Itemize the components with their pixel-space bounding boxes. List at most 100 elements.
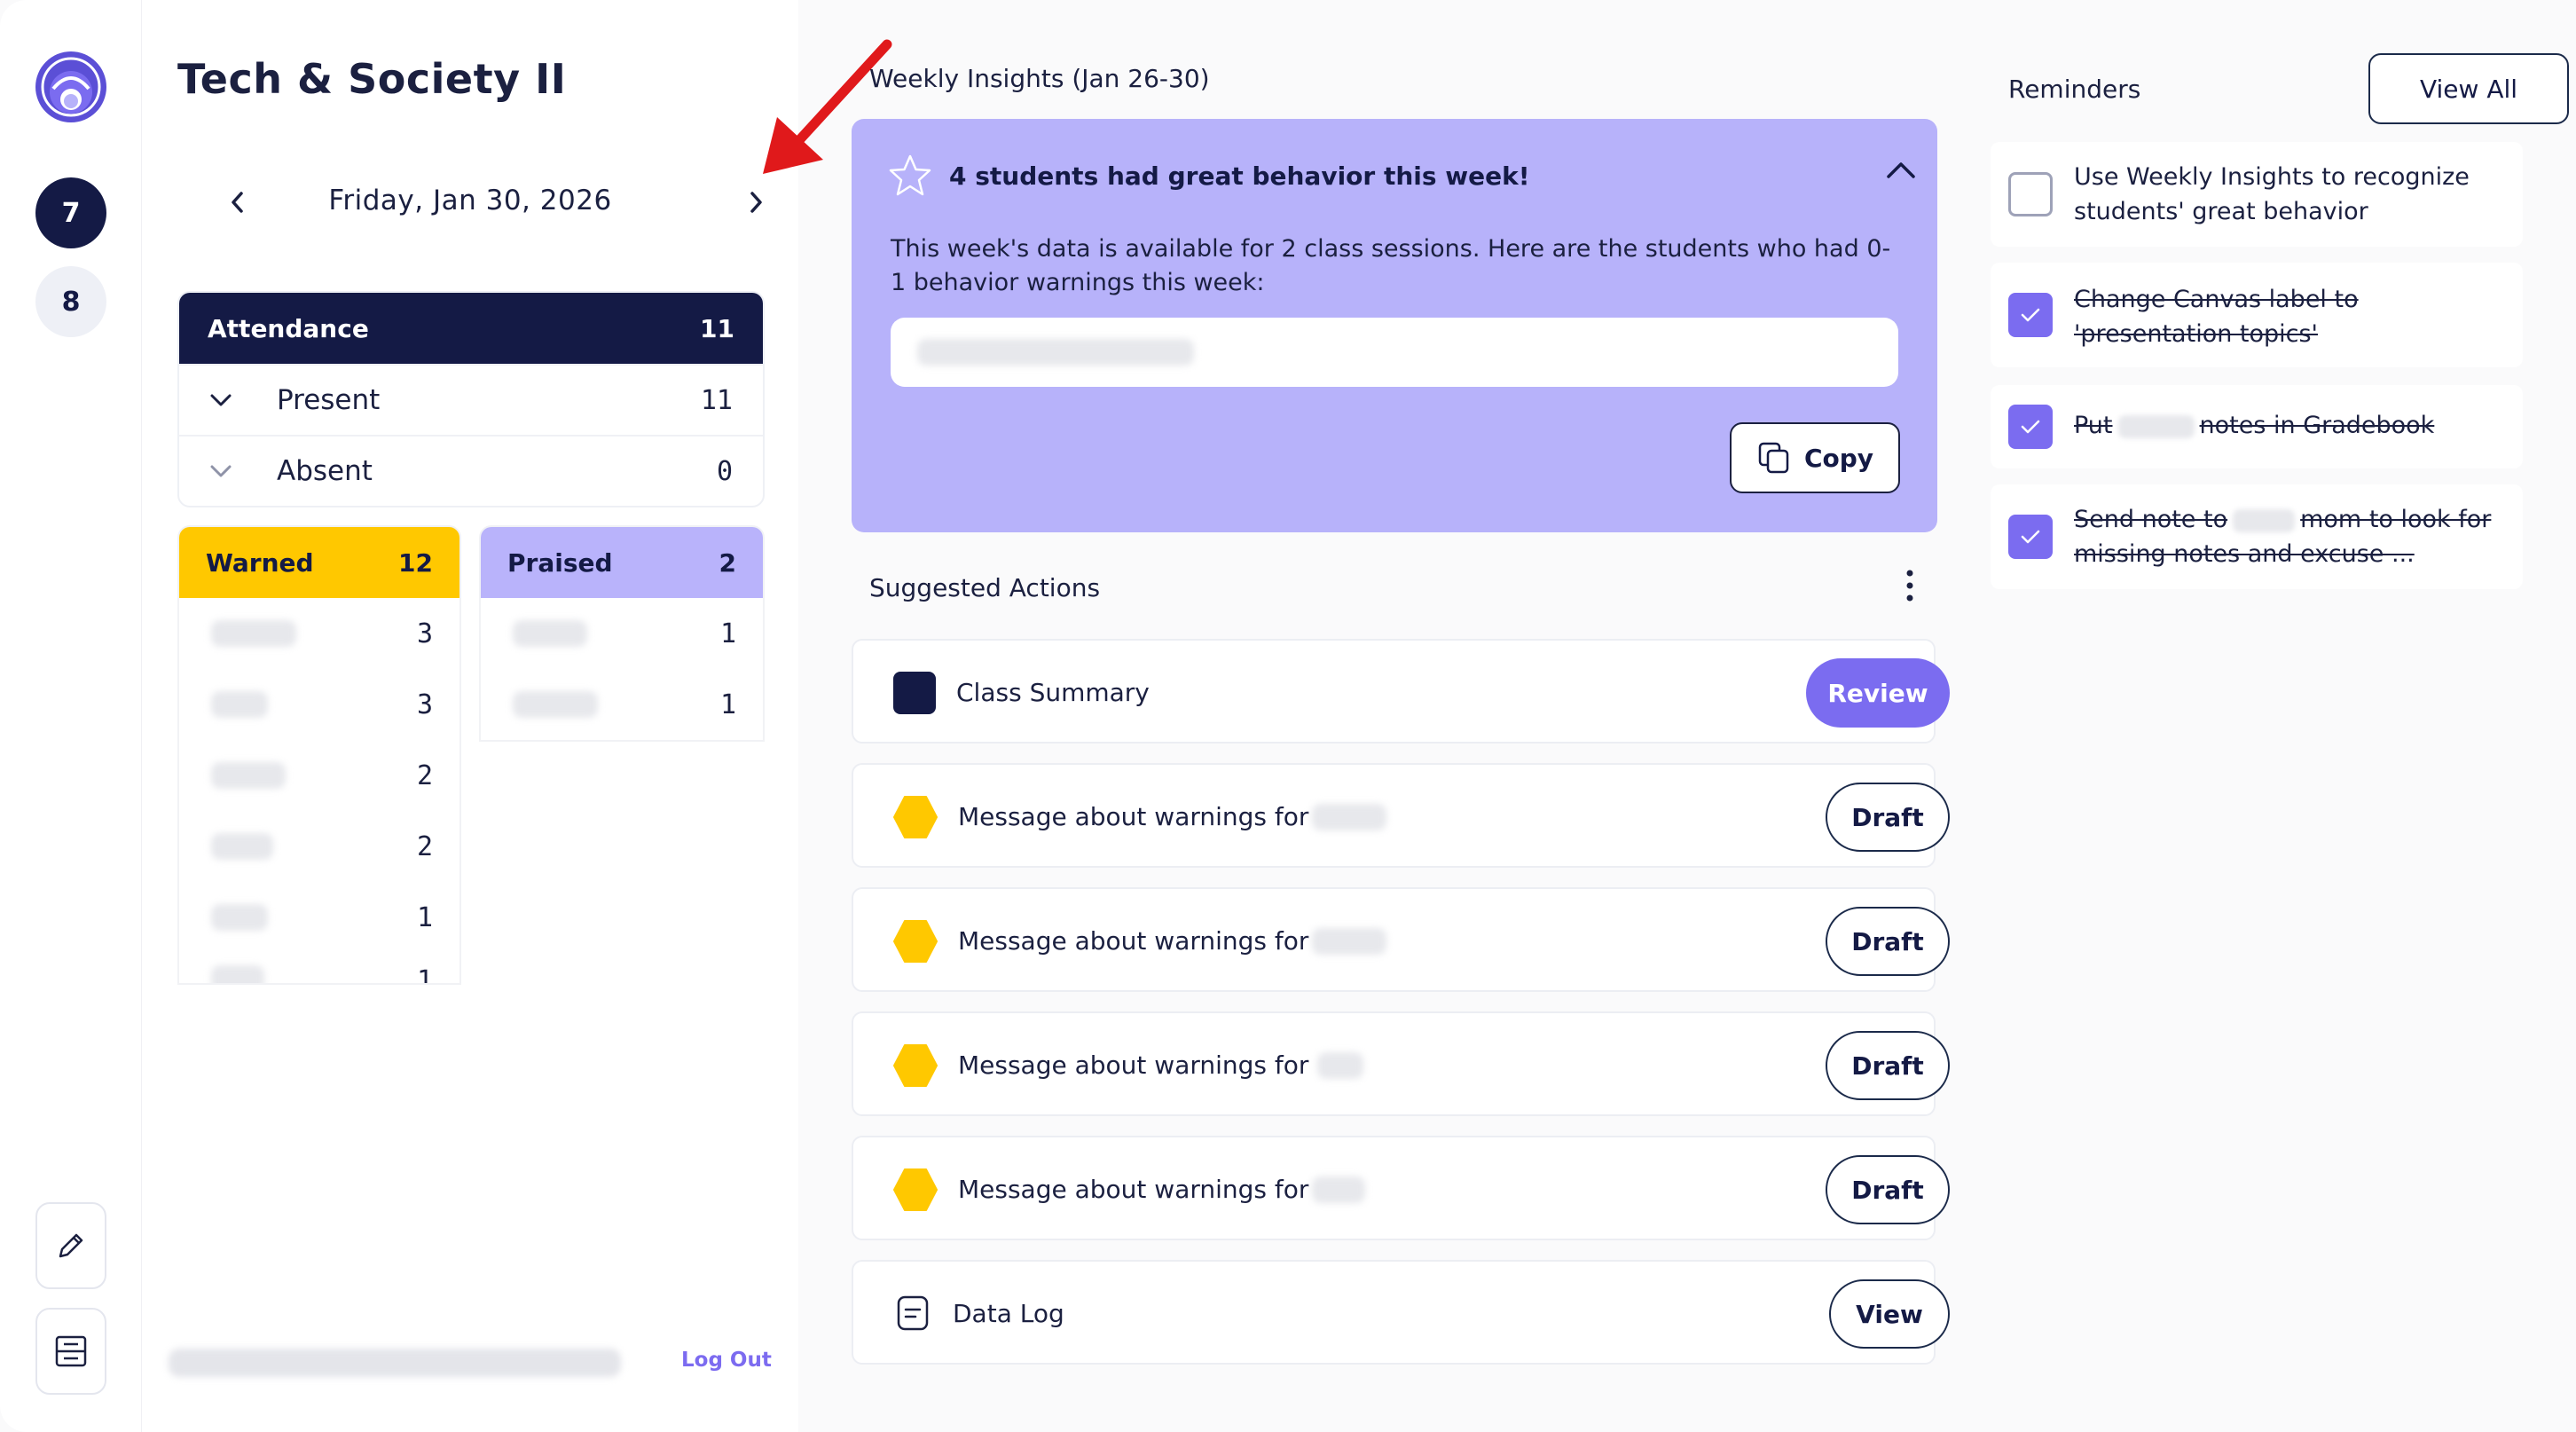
- warned-total: 12: [398, 547, 433, 578]
- reminder-item: Use Weekly Insights to recognize student…: [1991, 142, 2523, 247]
- reminder-checkbox[interactable]: [2008, 515, 2053, 559]
- more-options-icon[interactable]: [1904, 568, 1916, 603]
- notes-button[interactable]: [35, 1308, 106, 1395]
- view-data-log-button[interactable]: View: [1829, 1279, 1950, 1349]
- warned-label: Warned: [206, 547, 314, 578]
- star-icon: [889, 154, 931, 196]
- action-label-text: Message about warnings for: [958, 926, 1309, 956]
- app-window: 7 8 Tech & Society II Friday, Jan 30, 20…: [0, 0, 2576, 1432]
- redacted-name: [2233, 508, 2296, 532]
- warned-column: Warned 12 3 3 2 2 1 1: [177, 525, 461, 985]
- insight-title: 4 students had great behavior this week!: [949, 161, 1530, 191]
- chevron-up-icon[interactable]: [1884, 156, 1918, 183]
- redacted-names: [917, 339, 1194, 366]
- reminder-checkbox[interactable]: [2008, 293, 2053, 337]
- chevron-right-icon: [750, 192, 762, 213]
- student-names-field[interactable]: [891, 318, 1898, 387]
- reminder-checkbox[interactable]: [2008, 405, 2053, 449]
- warned-student-row[interactable]: 3: [179, 669, 459, 740]
- warned-student-row[interactable]: 1: [179, 882, 459, 953]
- redacted-name: [1312, 927, 1387, 955]
- redacted-name: [211, 965, 264, 983]
- action-label: Message about warnings for: [958, 1050, 1364, 1080]
- action-card-warning-message: Message about warnings for Draft: [852, 763, 1950, 868]
- yellow-hexagon-icon: [893, 796, 938, 838]
- yellow-hexagon-icon: [893, 1168, 938, 1211]
- reminder-checkbox[interactable]: [2008, 172, 2053, 216]
- period-8-button[interactable]: 8: [35, 266, 106, 337]
- class-panel: Tech & Society II Friday, Jan 30, 2026 A…: [142, 0, 892, 1432]
- yellow-hexagon-icon: [893, 1044, 938, 1087]
- draft-button[interactable]: Draft: [1826, 1155, 1950, 1224]
- attendance-header[interactable]: Attendance 11: [179, 293, 763, 364]
- redacted-name: [211, 904, 268, 931]
- reminder-text: Change Canvas label to 'presentation top…: [2074, 286, 2359, 348]
- reminder-text-after: notes in Gradebook: [2199, 412, 2435, 439]
- view-all-button[interactable]: View All: [2368, 53, 2569, 124]
- redacted-name: [513, 620, 587, 647]
- weekly-insights-heading: Weekly Insights (Jan 26-30): [869, 64, 1210, 93]
- attendance-row-label: Present: [277, 384, 381, 416]
- reminder-text: Put notes in Gradebook: [2074, 408, 2517, 443]
- reminders-panel: Reminders View All Use Weekly Insights t…: [1987, 0, 2576, 1432]
- praised-label: Praised: [507, 547, 613, 578]
- chevron-down-icon: [209, 393, 257, 407]
- redacted-name: [513, 691, 598, 718]
- attendance-label: Attendance: [208, 313, 369, 343]
- attendance-row-count: 0: [716, 455, 733, 487]
- previous-day-button[interactable]: [213, 177, 263, 227]
- warning-count: 2: [416, 759, 433, 791]
- chevron-left-icon: [232, 192, 243, 213]
- redacted-name: [1312, 803, 1387, 830]
- icon-rail: 7 8: [0, 0, 142, 1432]
- attendance-row-absent[interactable]: Absent 0: [179, 435, 763, 506]
- insights-panel: Weekly Insights (Jan 26-30) 4 students h…: [798, 0, 1987, 1432]
- draft-button[interactable]: Draft: [1826, 783, 1950, 852]
- praised-header[interactable]: Praised 2: [481, 527, 763, 598]
- reminder-item: Send note to mom to look for missing note…: [1991, 484, 2523, 589]
- logout-link[interactable]: Log Out: [681, 1349, 772, 1372]
- navy-square-icon: [893, 672, 936, 714]
- praise-count: 1: [719, 618, 736, 649]
- warned-student-row[interactable]: 2: [179, 811, 459, 882]
- period-7-button[interactable]: 7: [35, 177, 106, 248]
- redacted-name: [211, 691, 268, 718]
- redacted-name: [2117, 414, 2195, 438]
- warned-student-row[interactable]: 2: [179, 740, 459, 811]
- reminder-text: Send note to mom to look for missing note…: [2074, 502, 2517, 571]
- checkmark-icon: [2021, 530, 2040, 544]
- date-navigator: Friday, Jan 30, 2026: [177, 177, 763, 227]
- checkmark-icon: [2021, 420, 2040, 434]
- action-label-text: Message about warnings for: [958, 1175, 1309, 1204]
- chevron-down-icon: [209, 464, 257, 478]
- warning-count: 3: [416, 688, 433, 720]
- reminder-text-before: Send note to: [2074, 506, 2228, 533]
- action-card-class-summary: Class Summary Review: [852, 639, 1950, 744]
- class-title: Tech & Society II: [177, 55, 567, 103]
- praised-student-row[interactable]: 1: [481, 669, 763, 740]
- copy-icon: [1758, 442, 1789, 474]
- insight-body: This week's data is available for 2 clas…: [891, 235, 1891, 296]
- warned-student-row[interactable]: 1: [179, 953, 459, 983]
- reminder-text-before: Put: [2074, 412, 2113, 439]
- attendance-row-present[interactable]: Present 11: [179, 364, 763, 435]
- action-card-warning-message: Message about warnings for Draft: [852, 887, 1950, 992]
- redacted-name: [1312, 1176, 1366, 1203]
- document-icon: [897, 1295, 929, 1331]
- copy-button[interactable]: Copy: [1730, 422, 1900, 493]
- warned-student-row[interactable]: 3: [179, 598, 459, 669]
- warning-count: 3: [416, 618, 433, 649]
- redacted-user-email: [169, 1349, 621, 1377]
- app-logo-icon[interactable]: [34, 50, 108, 124]
- pencil-icon: [59, 1233, 83, 1258]
- reminder-item: Put notes in Gradebook: [1991, 385, 2523, 468]
- praised-student-row[interactable]: 1: [481, 598, 763, 669]
- warned-header[interactable]: Warned 12: [179, 527, 459, 598]
- copy-label: Copy: [1803, 443, 1874, 473]
- attendance-row-label: Absent: [277, 455, 373, 487]
- draft-button[interactable]: Draft: [1826, 907, 1950, 976]
- review-button[interactable]: Review: [1806, 658, 1950, 728]
- draft-button[interactable]: Draft: [1826, 1031, 1950, 1100]
- action-label: Data Log: [953, 1299, 1064, 1328]
- edit-button[interactable]: [35, 1202, 106, 1289]
